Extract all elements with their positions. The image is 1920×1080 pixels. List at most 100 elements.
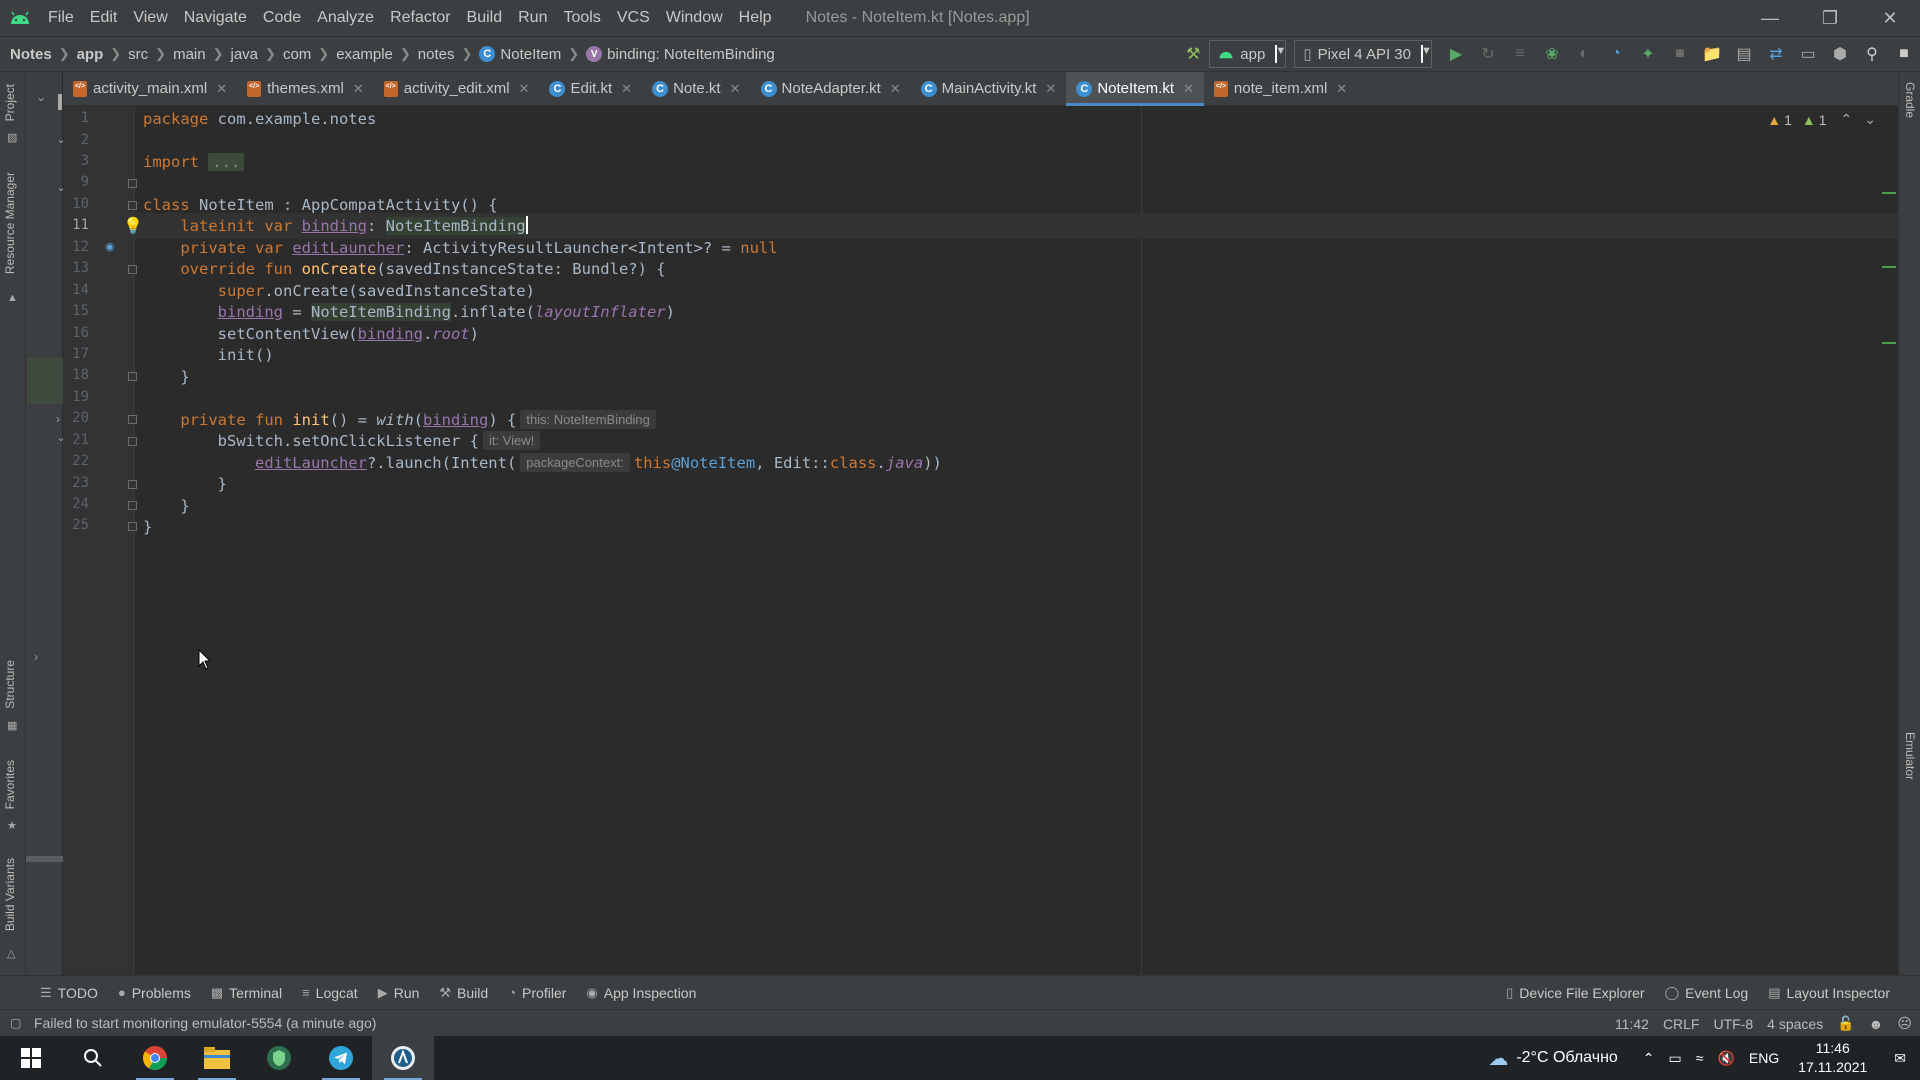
tool-layout-inspector[interactable]: ▤ Layout Inspector bbox=[1758, 985, 1900, 1001]
project-structure-icon[interactable]: 📁 bbox=[1696, 38, 1728, 70]
android-studio-taskbar-icon[interactable] bbox=[372, 1036, 434, 1080]
tool-logcat[interactable]: ≡ Logcat bbox=[292, 985, 368, 1001]
chevron-down-icon[interactable]: ⌄ bbox=[36, 90, 46, 104]
inspection-widget[interactable]: ▲ 1 ▲ 1 ⌃ ⌄ bbox=[1767, 111, 1876, 128]
breadcrumb-com[interactable]: com bbox=[283, 46, 311, 63]
account-icon[interactable]: ■ bbox=[1888, 38, 1920, 70]
sync-gradle-icon[interactable]: ⇄ bbox=[1760, 38, 1792, 70]
breadcrumb-property[interactable]: Vbinding: NoteItemBinding bbox=[586, 46, 775, 63]
fold-marker[interactable] bbox=[128, 201, 137, 210]
menu-file[interactable]: File bbox=[40, 0, 82, 36]
tool-device-file-explorer[interactable]: ▯ Device File Explorer bbox=[1496, 985, 1654, 1001]
tool-build[interactable]: ⚒ Build bbox=[429, 985, 498, 1001]
code-line-22[interactable]: editLauncher?.launch(Intent(packageConte… bbox=[143, 450, 942, 476]
file-explorer-icon[interactable] bbox=[186, 1036, 248, 1080]
wifi-icon[interactable]: ≈ bbox=[1696, 1050, 1704, 1066]
run-icon[interactable]: ▶ bbox=[1440, 38, 1472, 70]
close-icon[interactable]: ✕ bbox=[621, 81, 632, 97]
menu-tools[interactable]: Tools bbox=[555, 0, 608, 36]
input-language[interactable]: ENG bbox=[1749, 1050, 1779, 1066]
apply-code-changes-icon[interactable]: ≡ bbox=[1504, 38, 1536, 70]
profile-icon[interactable]: ◔ bbox=[1600, 38, 1632, 70]
inspector-face-icon[interactable]: ☻ bbox=[1869, 1016, 1884, 1032]
code-editor[interactable]: 1 2 3 9 10 11 12 13 14 15 16 17 18 19 20… bbox=[63, 106, 1898, 975]
notifications-icon[interactable]: ✉ bbox=[1894, 1050, 1906, 1067]
close-icon[interactable]: ✕ bbox=[519, 81, 530, 97]
menu-vcs[interactable]: VCS bbox=[609, 0, 658, 36]
caret-position[interactable]: 11:42 bbox=[1615, 1016, 1649, 1032]
chevron-right-icon[interactable]: › bbox=[34, 650, 38, 664]
change-marker[interactable] bbox=[1882, 192, 1896, 194]
menu-code[interactable]: Code bbox=[255, 0, 309, 36]
breadcrumb-module[interactable]: app bbox=[77, 46, 104, 63]
tab-activity-main-xml[interactable]: activity_main.xml ✕ bbox=[63, 72, 237, 105]
tab-edit-kt[interactable]: C Edit.kt ✕ bbox=[539, 72, 642, 105]
run-configuration-select[interactable]: app ▼ bbox=[1209, 40, 1287, 68]
menu-window[interactable]: Window bbox=[658, 0, 731, 36]
search-icon[interactable] bbox=[62, 1036, 124, 1080]
fold-marker[interactable] bbox=[128, 437, 137, 446]
horizontal-scrollbar[interactable] bbox=[26, 856, 63, 862]
error-stripe[interactable] bbox=[1882, 106, 1898, 975]
line-separator[interactable]: CRLF bbox=[1663, 1016, 1700, 1032]
device-select[interactable]: ▯ Pixel 4 API 30 ▼ bbox=[1294, 40, 1432, 68]
menu-analyze[interactable]: Analyze bbox=[309, 0, 382, 36]
search-icon[interactable]: ⚲ bbox=[1856, 38, 1888, 70]
code-line-1[interactable]: package com.example.notes bbox=[143, 106, 376, 132]
favorites-tool-tab[interactable]: Favorites bbox=[3, 760, 17, 809]
chrome-icon[interactable] bbox=[124, 1036, 186, 1080]
editor-gutter[interactable]: 1 2 3 9 10 11 12 13 14 15 16 17 18 19 20… bbox=[63, 106, 137, 975]
close-icon[interactable]: ✕ bbox=[1183, 81, 1194, 97]
sdk-manager-icon[interactable]: ⬢ bbox=[1824, 38, 1856, 70]
previous-highlight-icon[interactable]: ⌃ bbox=[1841, 111, 1853, 128]
folded-imports[interactable]: ... bbox=[208, 153, 245, 171]
battery-icon[interactable]: ▭ bbox=[1669, 1050, 1682, 1067]
lock-icon[interactable]: 🔓 bbox=[1837, 1015, 1854, 1032]
clock[interactable]: 11:46 17.11.2021 bbox=[1798, 1039, 1867, 1077]
tab-note-kt[interactable]: C Note.kt ✕ bbox=[642, 72, 750, 105]
close-icon[interactable]: ✕ bbox=[353, 81, 364, 97]
coverage-icon[interactable]: ◐ bbox=[1568, 38, 1600, 70]
weather-widget[interactable]: ☁ -2°C Облачно bbox=[1488, 1046, 1617, 1071]
vpn-shield-icon[interactable] bbox=[248, 1036, 310, 1080]
fold-marker[interactable] bbox=[128, 179, 137, 188]
restore-button[interactable]: ❐ bbox=[1800, 0, 1860, 36]
tab-activity-edit-xml[interactable]: activity_edit.xml ✕ bbox=[374, 72, 540, 105]
tool-profiler[interactable]: ◔ Profiler bbox=[498, 985, 576, 1001]
next-highlight-icon[interactable]: ⌄ bbox=[1864, 111, 1876, 128]
close-icon[interactable]: ✕ bbox=[1045, 81, 1056, 97]
attach-debugger-icon[interactable]: ✦ bbox=[1632, 38, 1664, 70]
code-line-18[interactable]: } bbox=[143, 364, 189, 390]
fold-marker[interactable] bbox=[128, 415, 137, 424]
breadcrumb-java[interactable]: java bbox=[231, 46, 259, 63]
code-line-25[interactable]: } bbox=[143, 514, 152, 540]
code-line-3[interactable]: import ... bbox=[143, 149, 245, 175]
stop-icon[interactable]: ■ bbox=[1664, 38, 1696, 70]
selected-tree-row[interactable] bbox=[27, 358, 63, 404]
breadcrumb-src[interactable]: src bbox=[128, 46, 148, 63]
menu-navigate[interactable]: Navigate bbox=[176, 0, 255, 36]
menu-run[interactable]: Run bbox=[510, 0, 555, 36]
file-encoding[interactable]: UTF-8 bbox=[1714, 1016, 1754, 1032]
change-marker[interactable] bbox=[1882, 342, 1896, 344]
feedback-face-icon[interactable]: ☹ bbox=[1897, 1015, 1912, 1032]
close-icon[interactable]: ✕ bbox=[1336, 81, 1347, 97]
tool-windows-toggle-icon[interactable]: ▢ bbox=[10, 1016, 21, 1030]
menu-edit[interactable]: Edit bbox=[82, 0, 126, 36]
fold-marker[interactable] bbox=[128, 265, 137, 274]
close-window-button[interactable]: ✕ bbox=[1860, 0, 1920, 36]
status-message[interactable]: Failed to start monitoring emulator-5554… bbox=[0, 1015, 376, 1031]
build-variants-tool-tab[interactable]: Build Variants bbox=[3, 858, 17, 931]
chevron-right-icon[interactable]: › bbox=[56, 412, 60, 426]
tool-run[interactable]: ▶ Run bbox=[368, 985, 430, 1001]
tool-app-inspection[interactable]: ◉ App Inspection bbox=[576, 985, 706, 1001]
debug-icon[interactable]: ❀ bbox=[1536, 38, 1568, 70]
menu-build[interactable]: Build bbox=[459, 0, 511, 36]
panel-splitter[interactable] bbox=[58, 94, 62, 110]
breadcrumb-main[interactable]: main bbox=[173, 46, 206, 63]
breadcrumb-notes[interactable]: notes bbox=[418, 46, 455, 63]
structure-tool-tab[interactable]: Structure bbox=[3, 660, 17, 709]
tab-mainactivity-kt[interactable]: C MainActivity.kt ✕ bbox=[911, 72, 1067, 105]
tool-terminal[interactable]: ▩ Terminal bbox=[201, 985, 292, 1001]
fold-marker[interactable] bbox=[128, 522, 137, 531]
